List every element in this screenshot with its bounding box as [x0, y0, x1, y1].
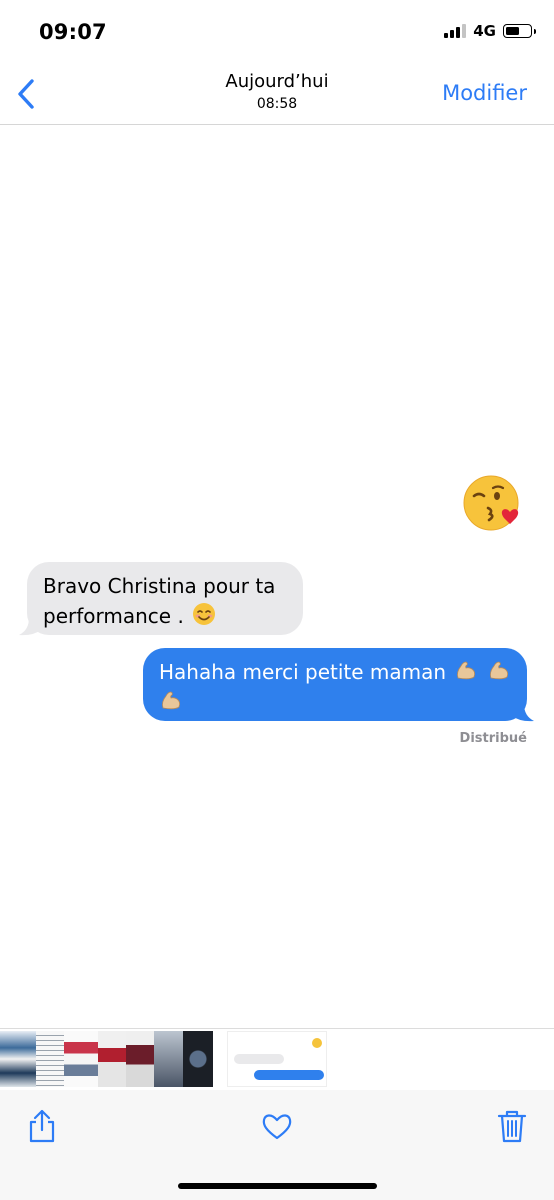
outgoing-message[interactable]: Hahaha merci petite maman	[143, 648, 527, 721]
thumbnail[interactable]	[0, 1031, 36, 1087]
battery-icon	[503, 24, 536, 38]
flexed-biceps-icon	[162, 691, 181, 710]
home-indicator[interactable]	[178, 1183, 377, 1189]
delivery-status: Distribué	[459, 731, 527, 746]
status-time: 09:07	[39, 20, 107, 44]
thumbnail[interactable]	[64, 1031, 98, 1087]
status-bar: 09:07 4G	[0, 0, 554, 66]
network-type: 4G	[473, 22, 496, 40]
incoming-bubble-tail	[19, 618, 41, 636]
message-line: Bravo Christina pour ta	[43, 574, 276, 598]
thumbnail-selected[interactable]	[227, 1031, 327, 1087]
kiss-emoji-message[interactable]	[462, 472, 522, 532]
share-icon	[29, 1109, 55, 1143]
thumbnail[interactable]	[183, 1031, 213, 1087]
favorite-button[interactable]	[260, 1108, 294, 1144]
message-text: Hahaha merci petite maman	[159, 660, 447, 684]
edit-button[interactable]: Modifier	[442, 81, 527, 105]
flexed-biceps-icon	[489, 661, 508, 680]
message-line-2: performance .	[43, 601, 293, 631]
outgoing-bubble-tail	[512, 704, 534, 722]
navigation-bar: Aujourd’hui 08:58 Modifier	[0, 66, 554, 125]
smiling-face-icon	[193, 603, 216, 625]
thumbnail[interactable]	[154, 1031, 183, 1087]
thumbnail[interactable]	[36, 1031, 64, 1087]
share-button[interactable]	[25, 1108, 59, 1144]
trash-icon	[497, 1110, 527, 1143]
thumbnail[interactable]	[98, 1031, 126, 1087]
mini-outgoing-bubble	[254, 1070, 324, 1080]
signal-icon	[444, 24, 467, 38]
heart-icon	[262, 1114, 292, 1140]
incoming-message[interactable]: Bravo Christina pour ta performance .	[27, 562, 303, 635]
message-line: performance .	[43, 604, 184, 628]
status-indicators: 4G	[444, 22, 536, 40]
mini-incoming-bubble	[234, 1054, 284, 1064]
flexed-biceps-icon	[457, 661, 476, 680]
delete-button[interactable]	[495, 1108, 529, 1144]
mini-emoji	[312, 1038, 322, 1048]
thumbnail[interactable]	[126, 1031, 154, 1087]
face-blowing-kiss-icon	[463, 475, 519, 531]
